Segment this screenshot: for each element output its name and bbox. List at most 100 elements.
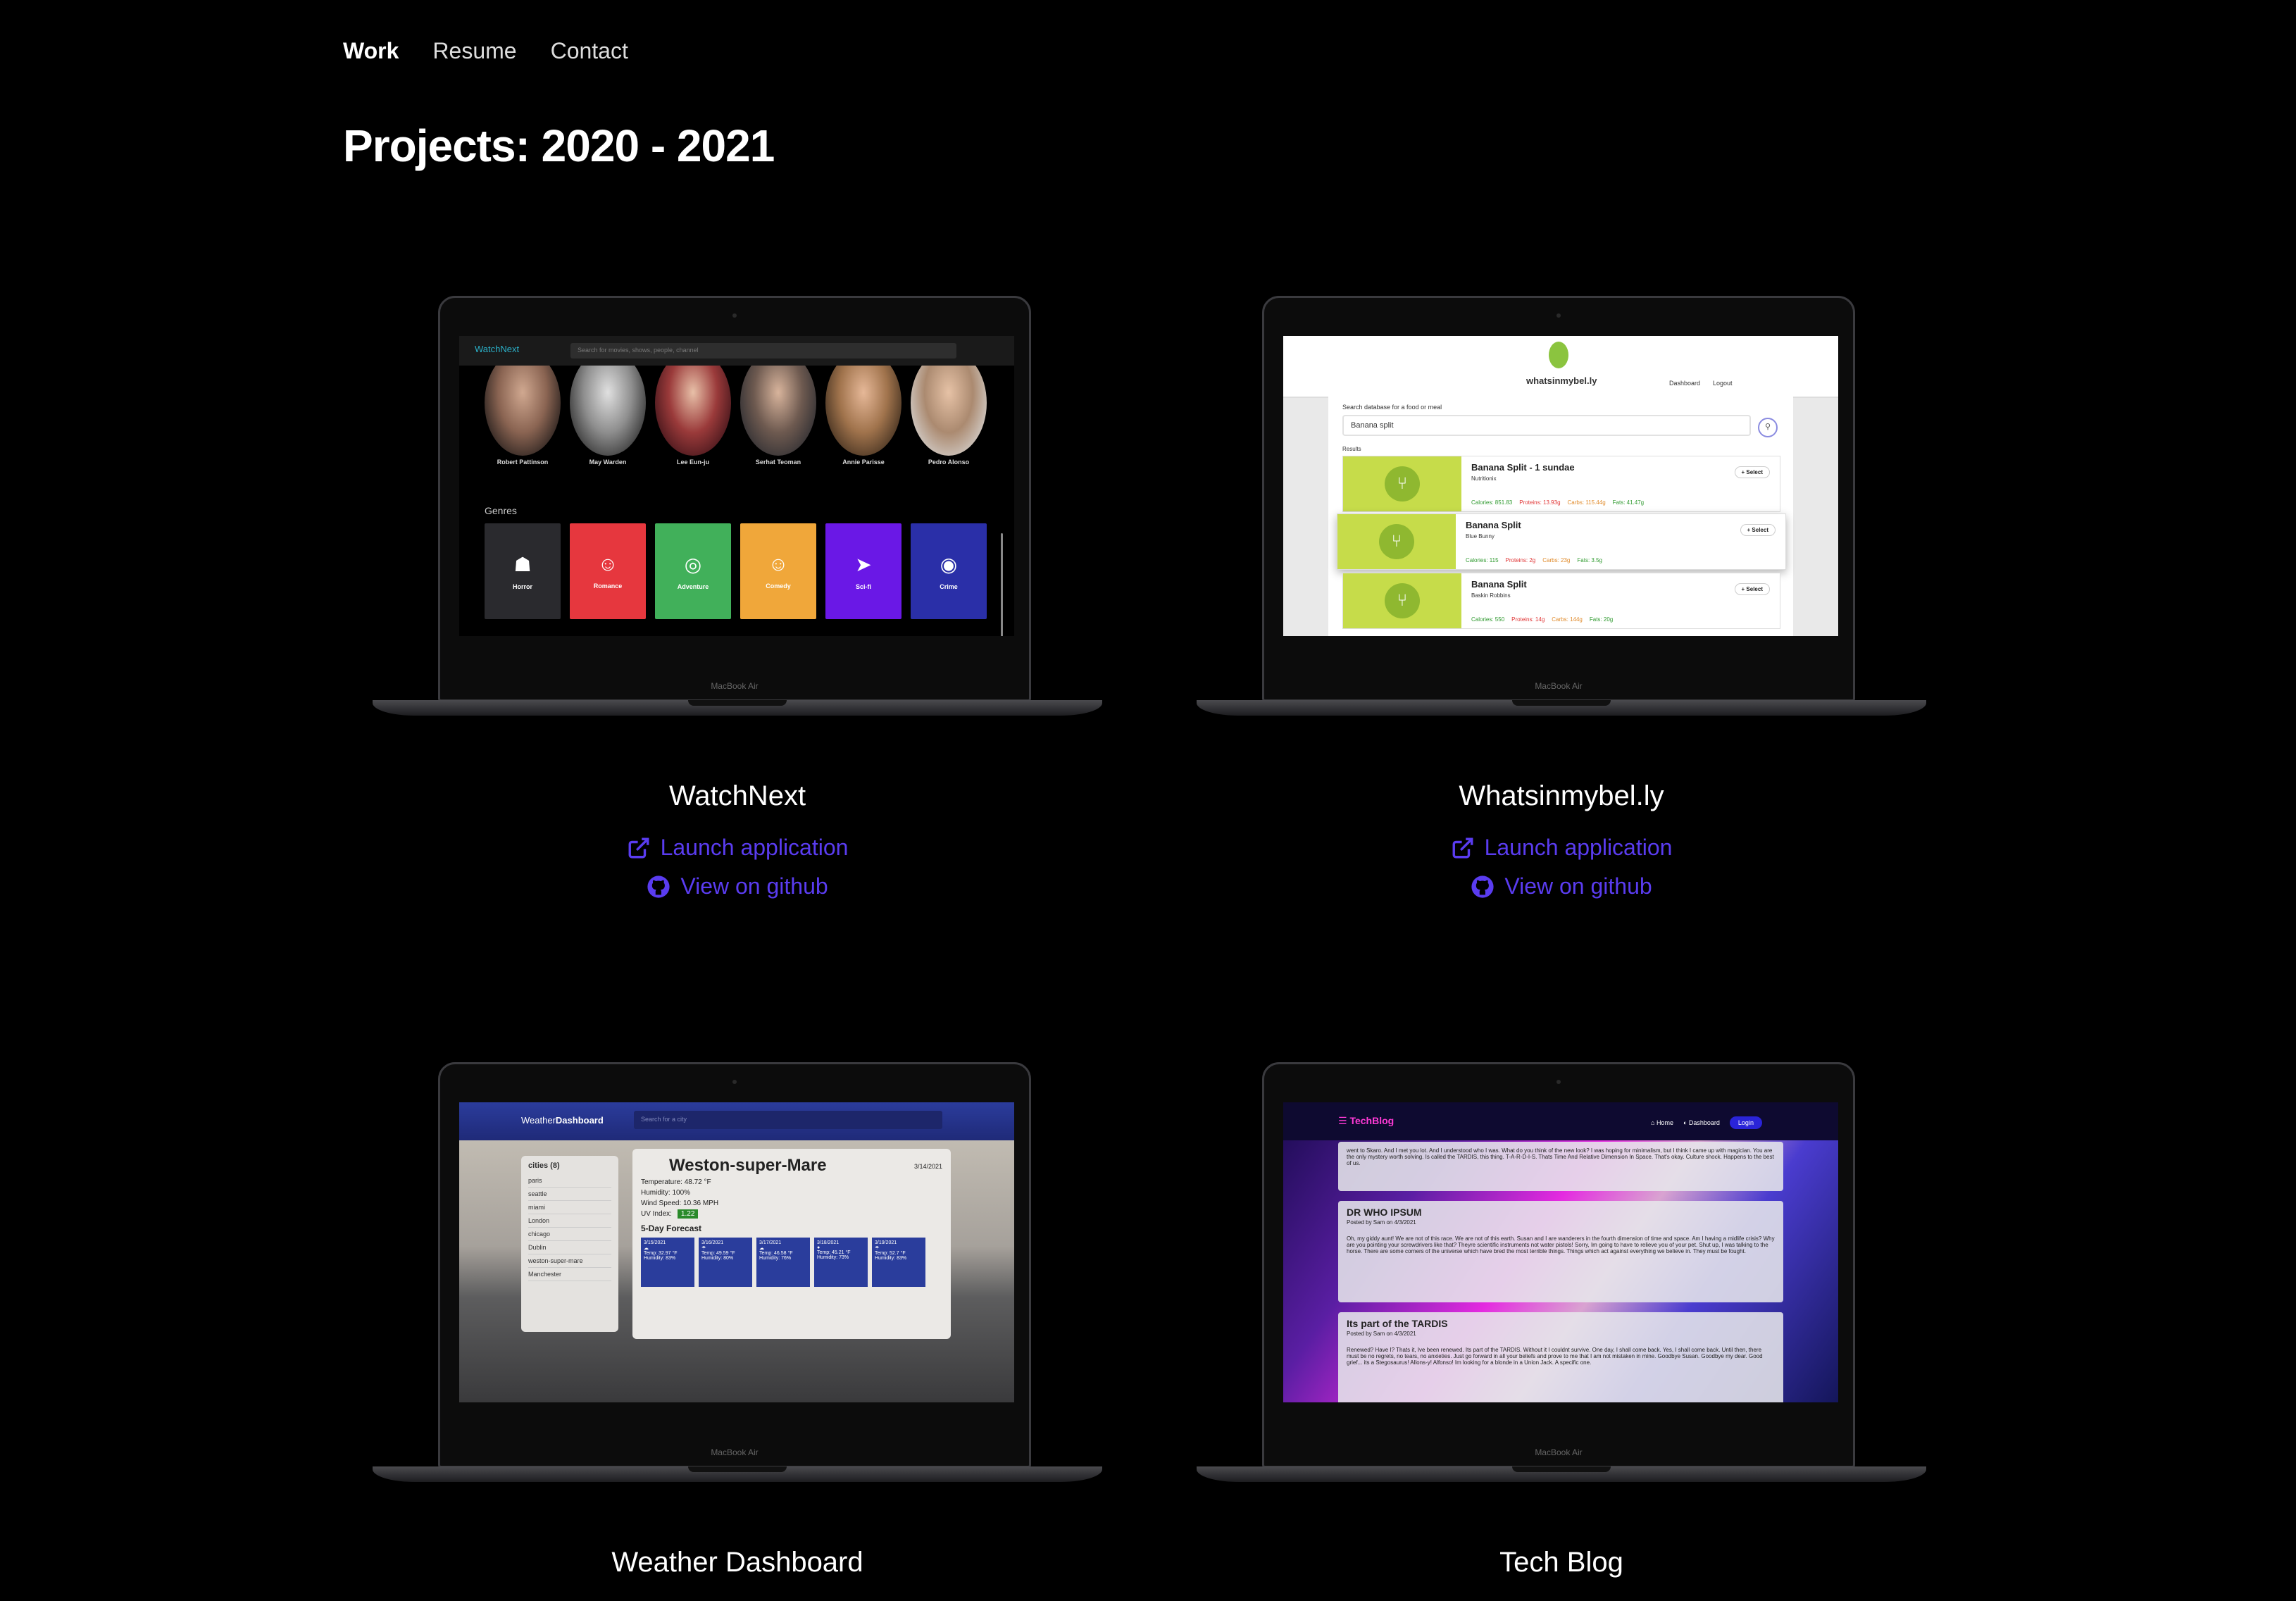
forecast-humidity: Humidity: 83% — [875, 1256, 907, 1261]
post-title: Its part of the TARDIS — [1347, 1318, 1448, 1329]
forecast-humidity: Humidity: 76% — [759, 1256, 792, 1261]
proteins: Proteins: 2g — [1505, 557, 1536, 563]
github-icon — [647, 875, 670, 898]
ghost-icon: ☗ — [513, 553, 532, 575]
logo-text: TechBlog — [1349, 1115, 1395, 1126]
project-card-whatsinmybelly: whatsinmybel.ly Dashboard Logout Search … — [1195, 294, 1928, 899]
post-body: Renewed? Have I? Thats it, Ive been rene… — [1347, 1347, 1763, 1366]
nav-work-link[interactable]: Work — [343, 38, 399, 64]
rain-cloud-icon: ☂ — [875, 1246, 880, 1251]
food-brand: Baskin Robbins — [1471, 592, 1511, 599]
city-item: paris — [528, 1174, 611, 1188]
blog-post: went to Skaro. And I met you lot. And I … — [1338, 1142, 1783, 1191]
forecast-date: 3/16/2021 — [701, 1240, 724, 1245]
city-item: seattle — [528, 1188, 611, 1201]
laptop-base — [1197, 1466, 1926, 1482]
uv-index: UV Index: 1.22 — [641, 1209, 942, 1219]
compass-icon: ◎ — [684, 553, 702, 575]
post-title: DR WHO IPSUM — [1347, 1207, 1422, 1218]
proteins: Proteins: 14g — [1511, 616, 1545, 623]
weather-app: WeatherDashboard Search for a city citie… — [459, 1102, 1014, 1402]
post-body: Oh, my giddy aunt! We are not of this ra… — [1347, 1235, 1775, 1254]
nav-contact-link[interactable]: Contact — [551, 38, 628, 64]
genre-tile-horror: ☗ Horror — [485, 523, 561, 619]
select-button: + Select — [1740, 524, 1776, 536]
forecast-day: 3/19/2021 ☂ Temp: 52.7 °F Humidity: 83% — [872, 1238, 925, 1287]
food-brand: Blue Bunny — [1466, 533, 1495, 540]
launch-application-link[interactable]: Launch application — [627, 835, 848, 861]
project-screenshot[interactable]: went to Skaro. And I met you lot. And I … — [1283, 1102, 1838, 1402]
fingerprint-icon: ◉ — [940, 553, 958, 575]
forecast-temp: Temp: 46.58 °F — [759, 1251, 793, 1256]
project-title: Weather Dashboard — [611, 1547, 863, 1578]
laptop-lid: whatsinmybel.ly Dashboard Logout Search … — [1262, 296, 1855, 702]
carbs: Carbs: 115.44g — [1567, 499, 1606, 506]
fats: Fats: 20g — [1589, 616, 1614, 623]
cities-list: cities (8) paris seattle miami London ch… — [521, 1156, 618, 1332]
macros: Calories: 550 Proteins: 14g Carbs: 144g … — [1471, 616, 1613, 623]
project-screenshot[interactable]: WeatherDashboard Search for a city citie… — [459, 1102, 1014, 1402]
dashboard-link: ◐ Dashboard — [1683, 1119, 1720, 1126]
actor-photo — [740, 350, 816, 456]
search-input: Search for movies, shows, people, channe… — [570, 343, 956, 359]
launch-application-link[interactable]: Launch application — [1451, 835, 1673, 861]
watchnext-app: Robert Pattinson May Warden Lee Eun-ju S… — [459, 336, 1014, 636]
genre-label: Romance — [593, 583, 623, 590]
select-button: + Select — [1734, 583, 1770, 595]
page-title: Projects: 2020 - 2021 — [343, 120, 775, 171]
genre-tile-scifi: ➤ Sci-fi — [825, 523, 901, 619]
forecast-day: 3/15/2021 ☁ Temp: 32.97 °F Humidity: 83% — [641, 1238, 694, 1287]
logo-prefix: Weather — [521, 1115, 556, 1126]
home-label: Home — [1656, 1119, 1673, 1126]
uv-badge: 1.22 — [677, 1209, 699, 1219]
food-thumbnail: ⑂ — [1337, 514, 1456, 569]
fats: Fats: 41.47g — [1612, 499, 1645, 506]
forecast-day: 3/18/2021 ● Temp: 45.21 °F Humidity: 73% — [814, 1238, 868, 1287]
forecast-date: 3/19/2021 — [875, 1240, 897, 1245]
food-brand: Nutritionix — [1471, 475, 1497, 482]
post-meta: Posted by Sam on 4/3/2021 — [1347, 1219, 1416, 1226]
app-nav: Dashboard Logout — [1669, 380, 1733, 387]
genres-heading: Genres — [485, 505, 517, 516]
project-title: Tech Blog — [1499, 1547, 1623, 1578]
actor-card: May Warden — [570, 350, 646, 466]
cloud-icon: ☁ — [644, 1246, 649, 1251]
blog-post: Its part of the TARDIS Posted by Sam on … — [1338, 1312, 1783, 1402]
github-link[interactable]: View on github — [1471, 873, 1652, 899]
project-screenshot[interactable]: whatsinmybel.ly Dashboard Logout Search … — [1283, 336, 1838, 636]
macros: Calories: 851.83 Proteins: 13.93g Carbs:… — [1471, 499, 1644, 506]
nav-resume-link[interactable]: Resume — [432, 38, 516, 64]
actor-name: Serhat Teoman — [755, 459, 801, 466]
cities-heading: cities (8) — [528, 1161, 560, 1170]
actors-row: Robert Pattinson May Warden Lee Eun-ju S… — [485, 350, 987, 466]
github-label: View on github — [1504, 873, 1652, 899]
actor-card: Pedro Alonso — [911, 350, 987, 466]
laptop-mockup: went to Skaro. And I met you lot. And I … — [1195, 1061, 1928, 1497]
actor-photo — [825, 350, 901, 456]
food-thumbnail: ⑂ — [1343, 456, 1461, 511]
laptop-lid: WeatherDashboard Search for a city citie… — [438, 1062, 1031, 1468]
city-item: miami — [528, 1201, 611, 1214]
project-screenshot[interactable]: Robert Pattinson May Warden Lee Eun-ju S… — [459, 336, 1014, 636]
forecast-temp: Temp: 49.59 °F — [701, 1251, 735, 1256]
genre-tile-crime: ◉ Crime — [911, 523, 987, 619]
food-info: Banana Split Baskin Robbins + Select Cal… — [1461, 573, 1780, 628]
current-weather-card: Weston-super-Mare 3/14/2021 Temperature:… — [632, 1149, 951, 1339]
genre-label: Sci-fi — [855, 583, 871, 590]
food-name: Banana Split - 1 sundae — [1471, 462, 1575, 473]
laptop-lid: Robert Pattinson May Warden Lee Eun-ju S… — [438, 296, 1031, 702]
actor-name: Pedro Alonso — [928, 459, 970, 466]
genre-label: Crime — [940, 583, 958, 590]
forecast-date: 3/18/2021 — [817, 1240, 840, 1245]
github-label: View on github — [680, 873, 828, 899]
actor-card: Robert Pattinson — [485, 350, 561, 466]
search-input: Banana split — [1342, 415, 1751, 436]
city-item: London — [528, 1214, 611, 1228]
laptop-label: MacBook Air — [1535, 681, 1583, 691]
rain-cloud-icon: ☂ — [701, 1246, 706, 1251]
food-name: Banana Split — [1466, 520, 1521, 530]
github-link[interactable]: View on github — [647, 873, 828, 899]
launch-label: Launch application — [1484, 835, 1673, 860]
search-label: Search database for a food or meal — [1342, 404, 1442, 411]
home-link: ⌂ Home — [1651, 1119, 1673, 1126]
